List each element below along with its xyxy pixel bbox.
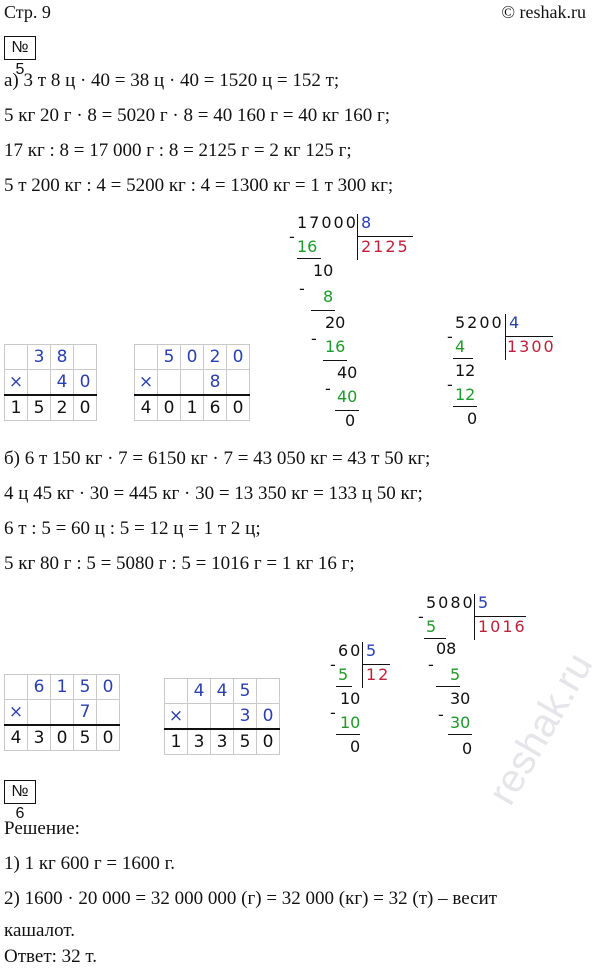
task-6-label: № 6 bbox=[4, 780, 36, 822]
task-5b-line-1: б) 6 т 150 кг · 7 = 6150 кг · 7 = 43 050… bbox=[4, 448, 431, 469]
multiplication-grid-38x40: 38 × 4 0 1520 bbox=[4, 344, 97, 421]
multiplication-grid-5020x8: 5020 × 8 40160 bbox=[134, 344, 250, 421]
task-5a-line-4: 5 т 200 кг : 4 = 5200 кг : 4 = 1300 кг =… bbox=[4, 175, 394, 196]
task-5a-line-2: 5 кг 20 г · 8 = 5020 г · 8 = 40 160 г = … bbox=[4, 105, 391, 126]
task-5a-line-1: а) 3 т 8 ц · 40 = 38 ц · 40 = 1520 ц = 1… bbox=[4, 70, 340, 91]
multiplication-grid-6150x7: 6150 × 7 43050 bbox=[4, 674, 120, 751]
long-division-60-by-5: 60 5 12 - 5 10 - 10 0 bbox=[330, 641, 391, 756]
task-5b-line-2: 4 ц 45 кг · 30 = 445 кг · 30 = 13 350 кг… bbox=[4, 483, 423, 504]
task-6-line-2: 2) 1600 · 20 000 = 32 000 000 (г) = 32 0… bbox=[4, 888, 498, 909]
long-division-5200-by-4: 5200 4 1300 - 4 12 - 12 0 bbox=[447, 313, 556, 428]
task-5b-line-3: 6 т : 5 = 60 ц : 5 = 12 ц = 1 т 2 ц; bbox=[4, 518, 261, 539]
task-5b-line-4: 5 кг 80 г : 5 = 5080 г : 5 = 1016 г = 1 … bbox=[4, 553, 355, 574]
page-number: Стр. 9 bbox=[4, 2, 51, 22]
long-division-17000-by-8: 17000 8 2125 - 16 10 - 8 20 - 16 40 - 40… bbox=[285, 214, 425, 434]
task-5-label: № 5 bbox=[4, 36, 36, 78]
task-5a-line-3: 17 кг : 8 = 17 000 г : 8 = 2125 г = 2 кг… bbox=[4, 140, 352, 161]
task-6-line-3: кашалот. bbox=[4, 920, 75, 941]
multiplication-grid-445x30: 445 × 3 0 13350 bbox=[164, 678, 280, 755]
task-6-line-1: 1) 1 кг 600 г = 1600 г. bbox=[4, 853, 176, 874]
task-6-heading: Решение: bbox=[4, 818, 80, 839]
site-credit: © reshak.ru bbox=[501, 2, 586, 22]
task-6-answer: Ответ: 32 т. bbox=[4, 946, 98, 967]
